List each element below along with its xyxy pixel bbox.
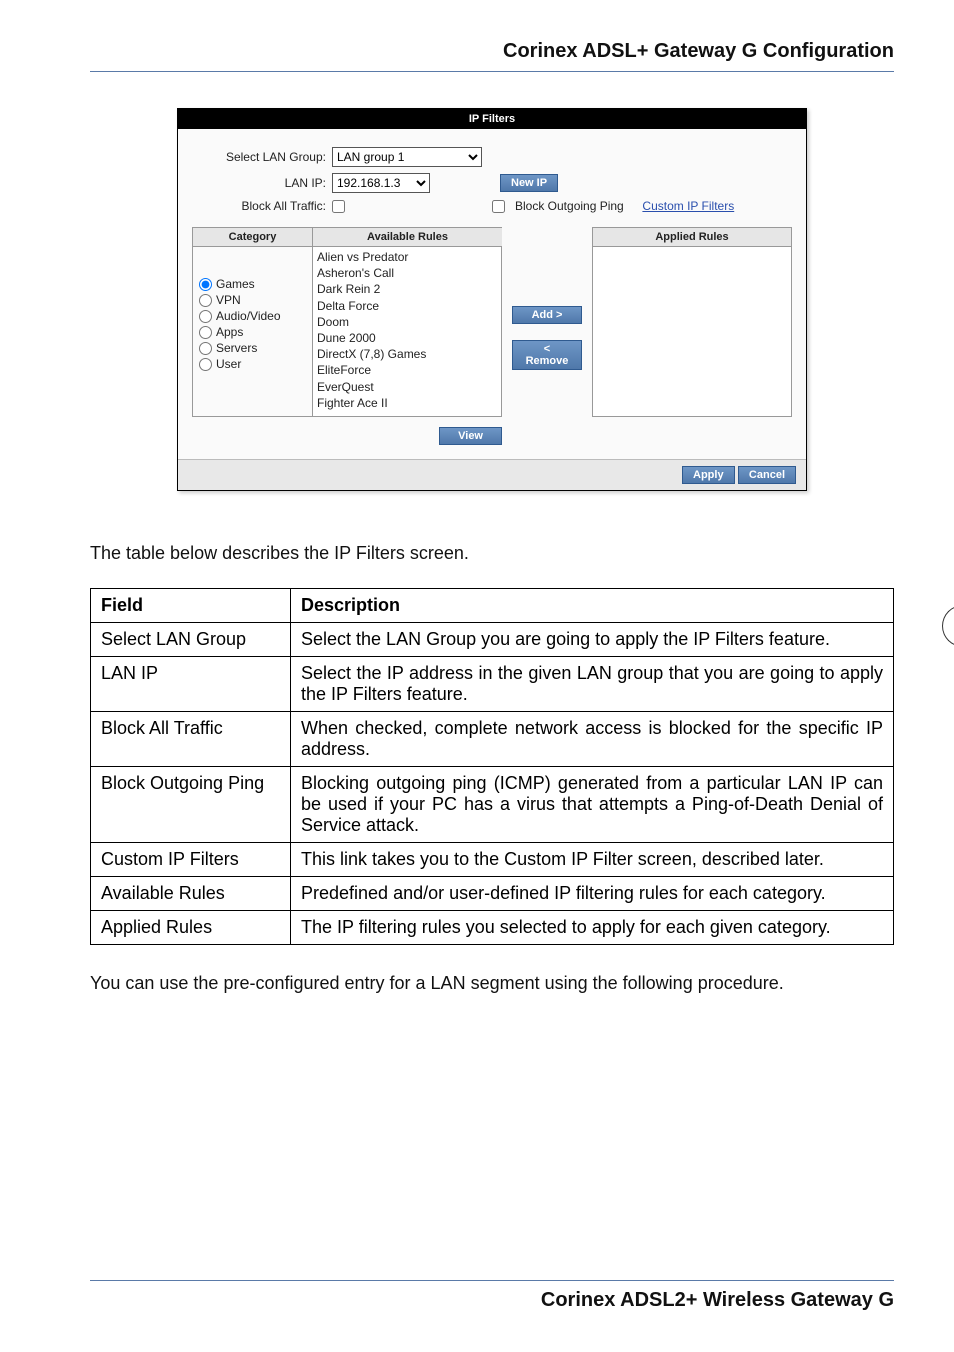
category-radio-games[interactable] (199, 278, 212, 291)
table-cell-field: Applied Rules (91, 911, 291, 945)
category-radio-servers[interactable] (199, 342, 212, 355)
category-label: Audio/Video (216, 309, 281, 323)
page-header: Corinex ADSL+ Gateway G Configuration (90, 40, 894, 72)
available-rules-list[interactable]: Alien vs Predator Asheron's Call Dark Re… (312, 247, 502, 417)
table-row: Custom IP Filters This link takes you to… (91, 843, 894, 877)
view-button[interactable]: View (439, 427, 502, 445)
table-row: Available Rules Predefined and/or user-d… (91, 877, 894, 911)
table-header-desc: Description (291, 589, 894, 623)
remove-button[interactable]: < Remove (512, 340, 582, 370)
table-cell-field: Block Outgoing Ping (91, 767, 291, 843)
custom-ip-filters-link[interactable]: Custom IP Filters (642, 199, 734, 213)
list-item[interactable]: Dark Rein 2 (317, 281, 497, 297)
table-cell-desc: Select the IP address in the given LAN g… (291, 657, 894, 712)
table-header-field: Field (91, 589, 291, 623)
list-item[interactable]: Dune 2000 (317, 330, 497, 346)
table-cell-field: Select LAN Group (91, 623, 291, 657)
list-item[interactable]: EverQuest (317, 379, 497, 395)
panel-title: IP Filters (178, 109, 806, 129)
table-row: Block All Traffic When checked, complete… (91, 712, 894, 767)
block-outgoing-checkbox[interactable] (492, 200, 505, 213)
select-lan-group[interactable]: LAN group 1 (332, 147, 482, 167)
category-label: Apps (216, 325, 243, 339)
add-button[interactable]: Add > (512, 306, 582, 324)
block-all-checkbox[interactable] (332, 200, 345, 213)
category-radio-av[interactable] (199, 310, 212, 323)
block-outgoing-label: Block Outgoing Ping (515, 199, 624, 213)
applied-rules-list[interactable] (592, 247, 792, 417)
list-item[interactable]: Delta Force (317, 298, 497, 314)
table-cell-field: Available Rules (91, 877, 291, 911)
list-item[interactable]: DirectX (7,8) Games (317, 346, 497, 362)
description-table: Field Description Select LAN Group Selec… (90, 588, 894, 945)
ip-filters-panel: IP Filters Select LAN Group: LAN group 1… (177, 108, 807, 491)
block-all-label: Block All Traffic: (192, 199, 332, 213)
category-label: User (216, 357, 241, 371)
category-radio-vpn[interactable] (199, 294, 212, 307)
table-cell-desc: This link takes you to the Custom IP Fil… (291, 843, 894, 877)
select-lan-label: Select LAN Group: (192, 150, 332, 164)
available-rules-header: Available Rules (312, 227, 502, 247)
applied-rules-header: Applied Rules (592, 227, 792, 247)
table-cell-field: Custom IP Filters (91, 843, 291, 877)
category-radio-user[interactable] (199, 358, 212, 371)
list-item[interactable]: Doom (317, 314, 497, 330)
category-header: Category (192, 227, 312, 247)
list-item[interactable]: Fighter Ace II (317, 395, 497, 411)
table-cell-desc: The IP filtering rules you selected to a… (291, 911, 894, 945)
outro-text: You can use the pre-configured entry for… (90, 971, 894, 996)
category-label: VPN (216, 293, 241, 307)
table-cell-desc: When checked, complete network access is… (291, 712, 894, 767)
lan-ip-label: LAN IP: (192, 176, 332, 190)
table-cell-field: Block All Traffic (91, 712, 291, 767)
table-cell-desc: Select the LAN Group you are going to ap… (291, 623, 894, 657)
table-row: Applied Rules The IP filtering rules you… (91, 911, 894, 945)
cancel-button[interactable]: Cancel (738, 466, 796, 484)
apply-button[interactable]: Apply (682, 466, 735, 484)
category-label: Games (216, 277, 255, 291)
table-cell-field: LAN IP (91, 657, 291, 712)
category-label: Servers (216, 341, 257, 355)
table-cell-desc: Predefined and/or user-defined IP filter… (291, 877, 894, 911)
table-row: Block Outgoing Ping Blocking outgoing pi… (91, 767, 894, 843)
table-cell-desc: Blocking outgoing ping (ICMP) generated … (291, 767, 894, 843)
new-ip-button[interactable]: New IP (500, 174, 558, 192)
intro-text: The table below describes the IP Filters… (90, 541, 894, 566)
list-item[interactable]: Alien vs Predator (317, 249, 497, 265)
lan-ip-select[interactable]: 192.168.1.3 (332, 173, 430, 193)
list-item[interactable]: EliteForce (317, 362, 497, 378)
category-radio-apps[interactable] (199, 326, 212, 339)
table-row: Select LAN Group Select the LAN Group yo… (91, 623, 894, 657)
list-item[interactable]: Asheron's Call (317, 265, 497, 281)
category-list: Games VPN Audio/Video Apps Servers User (192, 247, 312, 417)
table-row: LAN IP Select the IP address in the give… (91, 657, 894, 712)
page-footer: Corinex ADSL2+ Wireless Gateway G (90, 1280, 894, 1312)
page-number-badge: 70 (942, 605, 954, 647)
